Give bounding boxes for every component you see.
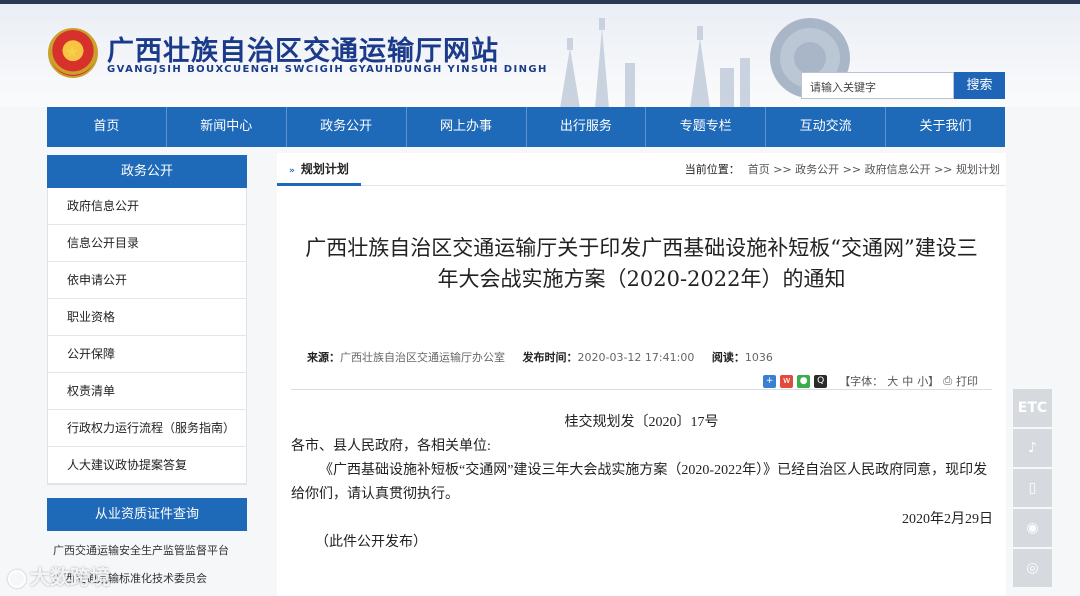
sidebar-item-power-list[interactable]: 权责清单 [48, 373, 246, 410]
share-plus-icon[interactable]: + [763, 374, 777, 388]
qualification-query-title[interactable]: 从业资质证件查询 [47, 498, 247, 531]
font-medium-button[interactable]: 中 [902, 373, 913, 389]
divider [291, 389, 992, 390]
nav-item-online-service[interactable]: 网上办事 [407, 107, 527, 147]
site-title[interactable]: 广西壮族自治区交通运输厅网站 [107, 29, 499, 68]
nav-item-topics[interactable]: 专题专栏 [646, 107, 767, 147]
watermark: 大数跨境 [8, 561, 110, 590]
breadcrumb: 当前位置： 首页 >> 政务公开 >> 政府信息公开 >> 规划计划 [685, 153, 1000, 186]
watermark-logo-icon [8, 569, 26, 588]
breadcrumb-path[interactable]: 首页 >> 政务公开 >> 政府信息公开 >> 规划计划 [748, 163, 1000, 176]
time-label: 发布时间： [522, 351, 578, 364]
article-tools: + w ● Q 【字体： 大 中 小】 ⎙ 打印 [763, 373, 978, 389]
wechat-icon[interactable]: ◉ [1013, 509, 1052, 547]
article-paragraph: 《广西基础设施补短板“交通网”建设三年大会战实施方案（2020-2022年）》已… [291, 463, 988, 502]
phone-icon[interactable]: ▯ [1013, 469, 1052, 507]
nav-item-home[interactable]: 首页 [47, 107, 167, 147]
main-nav: 首页 新闻中心 政务公开 网上办事 出行服务 专题专栏 互动交流 关于我们 [47, 107, 1005, 147]
nav-item-news[interactable]: 新闻中心 [167, 107, 287, 147]
font-large-button[interactable]: 大 [887, 373, 898, 389]
tiktok-icon[interactable]: ♪ [1013, 429, 1052, 467]
sidebar-item-qualification[interactable]: 职业资格 [48, 299, 246, 336]
weibo-icon[interactable]: ◎ [1013, 549, 1052, 587]
top-bar [0, 0, 1080, 4]
site-header: ★ 广西壮族自治区交通运输厅网站 GVANGJSIH BOUXCUENGH SW… [0, 0, 1080, 107]
nav-item-travel[interactable]: 出行服务 [527, 107, 647, 147]
share-qq-icon[interactable]: Q [814, 374, 828, 388]
views-value: 1036 [744, 351, 773, 364]
views-label: 阅读： [711, 351, 745, 364]
nav-item-about[interactable]: 关于我们 [886, 107, 1005, 147]
nav-item-interaction[interactable]: 互动交流 [766, 107, 887, 147]
main-content: » 规划计划 当前位置： 首页 >> 政务公开 >> 政府信息公开 >> 规划计划 … [277, 153, 1006, 596]
sidebar: 政务公开 政府信息公开 信息公开目录 依申请公开 职业资格 公开保障 权责清单 … [47, 155, 247, 485]
site-subtitle: GVANGJSIH BOUXCUENGH SWCIGIH GYAUHDUNGH … [107, 64, 548, 75]
sidebar-item-proposal[interactable]: 人大建议政协提案答复 [48, 447, 246, 484]
document-number: 桂交规划发〔2020〕17号 [564, 415, 719, 430]
sidebar-item-process[interactable]: 行政权力运行流程（服务指南） [48, 410, 246, 447]
section-tab[interactable]: » 规划计划 [277, 153, 361, 186]
etc-button[interactable]: ETC [1013, 389, 1052, 427]
share-wechat-icon[interactable]: ● [797, 374, 811, 388]
publication-note: （此件公开发布） [315, 535, 427, 550]
national-emblem-icon: ★ [48, 28, 98, 78]
sidebar-item-gov-info[interactable]: 政府信息公开 [48, 188, 246, 225]
print-icon[interactable]: ⎙ [943, 374, 952, 388]
print-button[interactable]: 打印 [956, 373, 978, 389]
search-button[interactable]: 搜索 [954, 72, 1005, 99]
font-size-label: 【字体： [839, 375, 884, 388]
share-weibo-icon[interactable]: w [780, 374, 794, 388]
sidebar-item-request[interactable]: 依申请公开 [48, 262, 246, 299]
time-value: 2020-03-12 17:41:00 [577, 351, 695, 364]
sidebar-title: 政务公开 [47, 155, 247, 188]
section-tab-label: 规划计划 [300, 162, 349, 176]
breadcrumb-label: 当前位置： [684, 163, 740, 176]
source-label: 来源： [307, 351, 340, 364]
search-input[interactable]: 请输入关键字 [801, 72, 954, 99]
nav-item-gov-affairs[interactable]: 政务公开 [287, 107, 407, 147]
sidebar-item-catalog[interactable]: 信息公开目录 [48, 225, 246, 262]
sidebar-item-guarantee[interactable]: 公开保障 [48, 336, 246, 373]
floating-toolbar: ETC ♪ ▯ ◉ ◎ [1013, 389, 1052, 589]
salutation: 各市、县人民政府，各相关单位: [291, 439, 491, 454]
breadcrumb-bar: » 规划计划 当前位置： 首页 >> 政务公开 >> 政府信息公开 >> 规划计划 [277, 153, 1006, 186]
article-body: 各市、县人民政府，各相关单位: 《广西基础设施补短板“交通网”建设三年大会战实施… [291, 435, 991, 507]
double-chevron-icon: » [289, 166, 295, 176]
document-date: 2020年2月29日 [902, 512, 993, 527]
page: ★ 广西壮族自治区交通运输厅网站 GVANGJSIH BOUXCUENGH SW… [0, 0, 1080, 596]
article-title: 广西壮族自治区交通运输厅关于印发广西基础设施补短板“交通网”建设三年大会战实施方… [305, 236, 978, 291]
article-meta: 来源：广西壮族自治区交通运输厅办公室 发布时间：2020-03-12 17:41… [307, 349, 787, 365]
font-small-button[interactable]: 小】 [917, 373, 939, 389]
sidebar-list: 政府信息公开 信息公开目录 依申请公开 职业资格 公开保障 权责清单 行政权力运… [47, 188, 247, 485]
watermark-text: 大数跨境 [30, 565, 110, 589]
source-value: 广西壮族自治区交通运输厅办公室 [340, 351, 505, 364]
